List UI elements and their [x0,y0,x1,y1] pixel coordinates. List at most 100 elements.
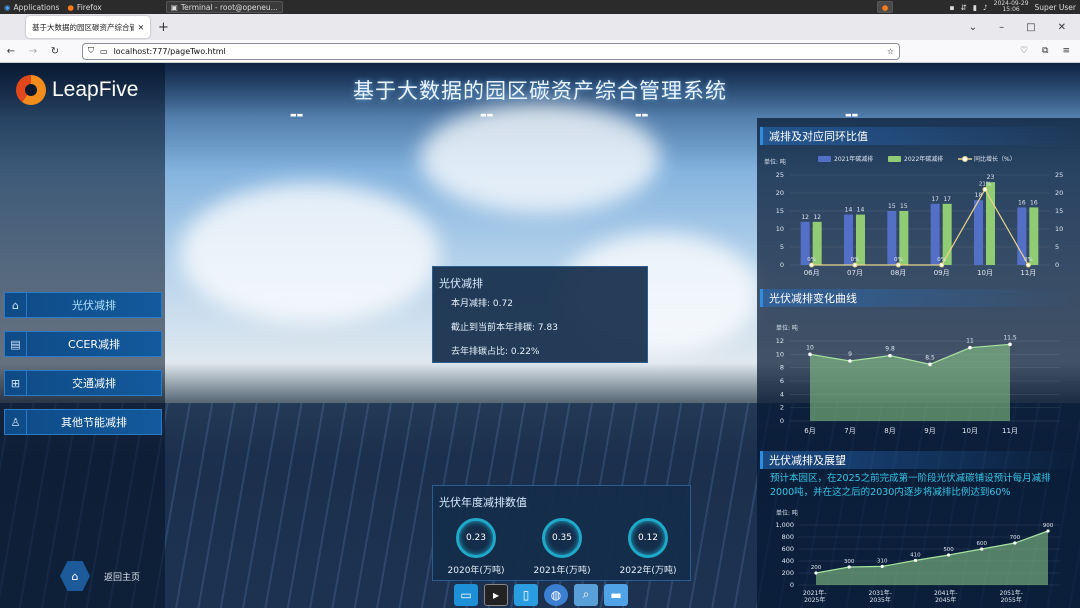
x-tick-label: 8月 [884,427,895,435]
menu-other-reduction[interactable]: ♙ 其他节能减排 [4,409,162,435]
x-tick-label: 06月 [804,269,820,277]
line-point [809,262,815,268]
taskbar-active-app[interactable]: ● [876,1,894,13]
apps-icon: ◉ [4,2,11,12]
area-point [880,564,884,568]
data-label: 11.5 [1003,334,1017,341]
menu-traffic-reduction[interactable]: ⊞ 交通减排 [4,370,162,396]
search-dock-icon[interactable]: ⌕ [574,583,598,606]
bar-data-label: 12 [801,214,809,221]
dock: ▭ ▸ ▯ ◍ ⌕ ▬ [451,581,631,608]
y-tick-label: 400 [782,557,794,565]
applications-menu[interactable]: ◉ Applications [0,3,63,12]
app-icon: ● [881,2,889,12]
line-point [1025,262,1031,268]
panel-title: 减排及对应同环比值 [760,127,1078,145]
battery-icon[interactable]: ▮ [973,3,977,12]
files-dock-icon[interactable]: ▯ [514,583,538,606]
y-tick-label: 12 [776,337,784,345]
menu-ccer-reduction[interactable]: ▤ CCER减排 [4,331,162,357]
x-tick-label: 09月 [934,269,950,277]
firefox-launcher[interactable]: ● Firefox [63,3,105,12]
terminal-dock-icon[interactable]: ▸ [484,583,508,606]
pocket-icon[interactable]: ♡ [1020,46,1028,56]
network-icon[interactable]: ⇵ [960,3,966,12]
browser-dock-icon[interactable]: ◍ [544,583,568,606]
grid-icon: ⊞ [5,371,27,395]
home-button[interactable]: ⌂ 返回主页 [60,561,140,591]
dashboard-page: LeapFive 基于大数据的园区碳资产综合管理系统 ▬▬ ▬▬ ▬▬ ▬▬ ⌂ 光伏… [0,63,1080,608]
data-label: 200 [811,565,822,571]
bar-data-label: 14 [845,207,853,214]
browser-tab[interactable]: 基于大数据的园区碳资产综合管 ✕ [26,16,150,38]
y2-tick-label: 25 [1055,171,1063,179]
taskbar-terminal[interactable]: ▣ Terminal - root@openeu... [165,1,283,13]
annual-ring: 0.35 [542,518,582,558]
reload-button[interactable]: ↻ [44,46,66,57]
user-menu[interactable]: Super User [1035,3,1076,12]
y-tick-label: 2 [780,404,784,412]
y2-tick-label: 10 [1055,225,1063,233]
area-point [968,345,972,350]
x-tick-label: 07月 [847,269,863,277]
line-data-label: 0% [807,257,816,263]
area-point [808,352,812,357]
clock[interactable]: 2024-09-29 15:06 [994,0,1029,14]
extensions-icon[interactable]: ⧉ [1042,46,1048,56]
background-cloud [420,103,660,213]
x-tick-label: 2021年- [803,589,826,597]
area-point [888,353,892,358]
bar-data-label: 15 [900,203,908,210]
bar-data-label: 23 [987,174,995,181]
x-tick-label: 11月 [1002,427,1018,435]
line-data-label: 0% [851,257,860,263]
menu-icon[interactable]: ≡ [1062,46,1070,56]
notification-icon[interactable]: ♪ [983,3,988,12]
legend-swatch [962,156,968,162]
list-tabs-icon[interactable]: ⌄ [969,22,977,33]
url-bar[interactable]: ⛉ ▭ localhost:777/pageTwo.html ☆ [82,42,900,60]
x-tick-label: 2045年 [935,596,956,604]
y2-tick-label: 20 [1055,189,1063,197]
legend-swatch [888,156,901,162]
x-tick-label: 10月 [962,427,978,435]
x-tick-label: 9月 [924,427,935,435]
close-window-icon[interactable]: ✕ [1058,22,1066,33]
x-tick-label: 7月 [844,427,855,435]
annual-ring: 0.12 [628,518,668,558]
y-tick-label: 8 [780,364,784,372]
annual-reduction-panel: 光伏年度减排数值 0.23 0.35 0.12 2020年(万吨) 2021年(… [432,485,691,581]
forward-button[interactable]: → [22,46,44,57]
menu-solar-reduction[interactable]: ⌂ 光伏减排 [4,292,162,318]
area-point [847,565,851,569]
x-tick-label: 2055年 [1001,596,1022,604]
popup-row: 截止到当前本年排碳: 7.83 [451,323,558,333]
line-data-label: 0% [937,257,946,263]
y2-tick-label: 5 [1055,243,1059,251]
close-tab-icon[interactable]: ✕ [138,23,144,32]
minimize-icon[interactable]: – [999,22,1004,33]
line-point [939,262,945,268]
desktop-dock-icon[interactable]: ▭ [454,583,478,606]
y-tick-label: 6 [780,377,784,385]
terminal-icon: ▣ [170,2,178,12]
area-chart: 单位: 吨 0 2 4 6 8 10 12 10 6月 9 7月 9.8 8月 8.5 9月 11 10月 11.5… [776,324,1060,435]
logo: LeapFive [16,75,138,105]
firefox-icon: ● [67,2,74,12]
area-point [913,558,918,562]
data-label: 9 [848,351,852,358]
data-label: 300 [844,559,855,565]
back-button[interactable]: ← [0,46,22,57]
outlook-area-chart: 单位: 吨 0 200 400 600 800 1,000 200 300 310 410 500 60… [775,509,1060,604]
bookmark-star-icon[interactable]: ☆ [887,47,894,56]
popup-row: 本月减排: 0.72 [451,299,513,309]
maximize-icon[interactable]: □ [1026,22,1035,33]
annual-ring: 0.23 [456,518,496,558]
popup-title: 光伏减排 [439,277,483,290]
data-label: 310 [877,558,888,564]
data-label: 8.5 [925,354,935,361]
new-tab-button[interactable]: + [158,20,169,35]
leapfive-logo-icon [16,75,46,105]
folder-dock-icon[interactable]: ▬ [604,583,628,606]
desktop-icon[interactable]: ▪ [949,3,954,12]
